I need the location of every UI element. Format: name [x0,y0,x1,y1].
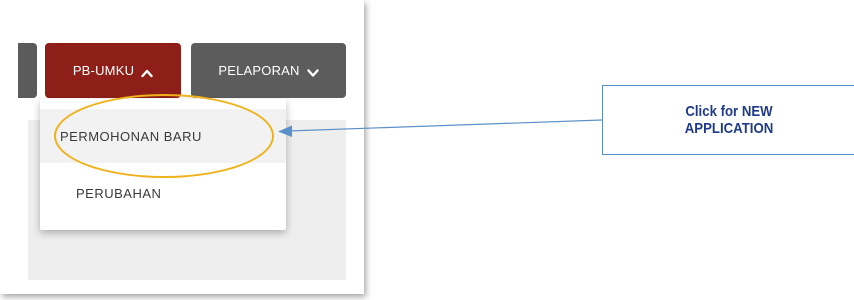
chevron-up-icon [141,66,153,77]
screenshot-frame: PB-UMKU PELAPORAN PERMOHONAN BARU PERUBA… [0,0,364,294]
tutorial-figure: PB-UMKU PELAPORAN PERMOHONAN BARU PERUBA… [0,0,854,300]
nav-item-label: PB-UMKU [72,63,135,78]
chevron-down-icon [306,66,319,77]
menu-item-label: PERUBAHAN [76,185,162,201]
pb-umku-dropdown-menu: PERMOHONAN BARU PERUBAHAN [40,99,286,230]
nav-item-pb-umku[interactable]: PB-UMKU [45,43,181,98]
callout-text: Click for NEW APPLICATION [684,103,773,137]
callout-box: Click for NEW APPLICATION [602,85,854,155]
nav-item-pelaporan[interactable]: PELAPORAN [191,43,346,98]
nav-item-label: PELAPORAN [218,63,300,78]
nav-previous-item[interactable] [18,43,37,98]
menu-item-permohonan-baru[interactable]: PERMOHONAN BARU [40,109,286,163]
menu-item-label: PERMOHONAN BARU [60,128,202,144]
menu-item-perubahan[interactable]: PERUBAHAN [40,166,286,220]
